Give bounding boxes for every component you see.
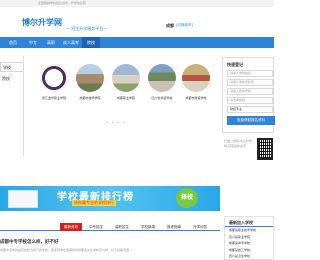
school-photo xyxy=(76,64,104,92)
phone-field[interactable]: 请输入你的手机号 xyxy=(227,79,273,86)
nav-item-colleges[interactable]: 院校 xyxy=(82,37,100,48)
signup-submit-button[interactable]: 免费获取报名资料 xyxy=(227,116,275,125)
left-menu-item-school[interactable]: 学校 xyxy=(0,62,24,72)
school-name: 成都职业学院 xyxy=(116,96,135,100)
tab-latest-spacer xyxy=(0,223,60,231)
main-nav: 首页 中专 高职 成人高考 院校 xyxy=(0,37,274,48)
school-name: 成都市财贸学校 xyxy=(185,96,207,100)
switch-city-link[interactable]: [切换城市] xyxy=(176,23,193,28)
banner-badge: 择校 xyxy=(176,188,198,208)
carousel-pagination[interactable]: • • • • xyxy=(106,120,126,125)
major-select[interactable]: 财经专业 xyxy=(227,106,273,113)
top-strip: 全国各种学校招生资讯 · 升学信息网 xyxy=(0,0,274,7)
signup-title: 快速登记 xyxy=(227,62,243,67)
new-schools-title: 最新加入学校 xyxy=(225,217,273,227)
school-name: 浙江金华职业学院 xyxy=(41,96,66,100)
tab-school-news[interactable]: 学校新闻 xyxy=(136,223,160,231)
school-photo xyxy=(112,64,140,92)
school-card[interactable]: 成都市技师学院 xyxy=(72,64,108,108)
qr-section: 扫描二维码 关注升学网 获取最新资讯 xyxy=(224,137,274,175)
school-field[interactable]: 请输入意向学校 xyxy=(227,88,273,95)
school-photo xyxy=(148,64,176,92)
site-slogan: — 招生升学服务平台 — xyxy=(66,26,109,31)
name-field[interactable]: 请输入你的姓名 xyxy=(227,70,273,77)
banner-illustration xyxy=(8,190,38,208)
article-snippet: 成都中专学校是目前较为热门的学校，很多同学在选择的时候都会关注学校怎么样、好不好… xyxy=(0,248,136,252)
type-select[interactable]: 请选择类别 xyxy=(227,97,273,104)
school-carousel: 浙江金华职业学院 成都市技师学院 成都职业学院 四川省商贸学校 成都市财贸学校 xyxy=(36,64,214,108)
tab-latest[interactable]: 最新资讯 xyxy=(60,223,82,231)
school-photo xyxy=(182,64,210,92)
qr-code-icon xyxy=(257,138,273,160)
site-header: 博尔升学网 — 招生升学服务平台 — 成都 [切换城市] xyxy=(0,7,274,32)
nav-item-gaozhi[interactable]: 高职 xyxy=(42,37,60,48)
tab-zhongzhuan[interactable]: 中专招生 xyxy=(84,223,108,231)
new-schools-list: 最新加入学校 成都某职业技术学校 四川某职业学院 成都某中专学校 成都某技工学校… xyxy=(224,216,274,260)
school-name: 四川省商贸学校 xyxy=(151,96,173,100)
site-logo[interactable]: 博尔升学网 xyxy=(22,17,62,28)
tab-guide[interactable]: 报考指南 xyxy=(162,223,186,231)
nav-item-home[interactable]: 首页 xyxy=(2,37,24,48)
left-menu: 学校 院校 xyxy=(0,56,24,156)
article-title[interactable]: 成都中专学校怎么样，好不好 xyxy=(0,239,59,245)
quick-signup-panel: 快速登记 请输入你的姓名 请输入你的手机号 请输入意向学校 请选择类别 财经专业… xyxy=(222,57,275,133)
nav-item-adult-exam[interactable]: 成人高考 xyxy=(60,37,82,48)
school-card[interactable]: 浙江金华职业学院 xyxy=(36,64,72,108)
school-card[interactable]: 成都市财贸学校 xyxy=(178,64,214,108)
list-item[interactable]: 四川某卫生学校 xyxy=(225,253,273,260)
school-card[interactable]: 四川省商贸学校 xyxy=(144,64,180,108)
school-card[interactable]: 成都职业学院 xyxy=(108,64,144,108)
news-tabs: 最新资讯 中专招生 高职招生 学校新闻 报考指南 升学问答 xyxy=(0,223,220,231)
current-city: 成都 xyxy=(166,23,174,28)
banner-subtitle: 给你最专业的学校排行 xyxy=(72,200,116,206)
qr-caption: 扫描二维码 关注升学网 获取最新资讯 xyxy=(224,139,252,148)
tab-qa[interactable]: 升学问答 xyxy=(188,223,212,231)
left-menu-item-college[interactable]: 院校 xyxy=(0,74,24,84)
ranking-banner[interactable]: 学校最新排行榜 给你最专业的学校排行 择校 xyxy=(0,186,220,211)
school-name: 成都市技师学院 xyxy=(79,96,101,100)
tab-gaozhi[interactable]: 高职招生 xyxy=(110,223,134,231)
nav-item-zhongzhuan[interactable]: 中专 xyxy=(24,37,42,48)
school-logo-image xyxy=(40,64,68,92)
